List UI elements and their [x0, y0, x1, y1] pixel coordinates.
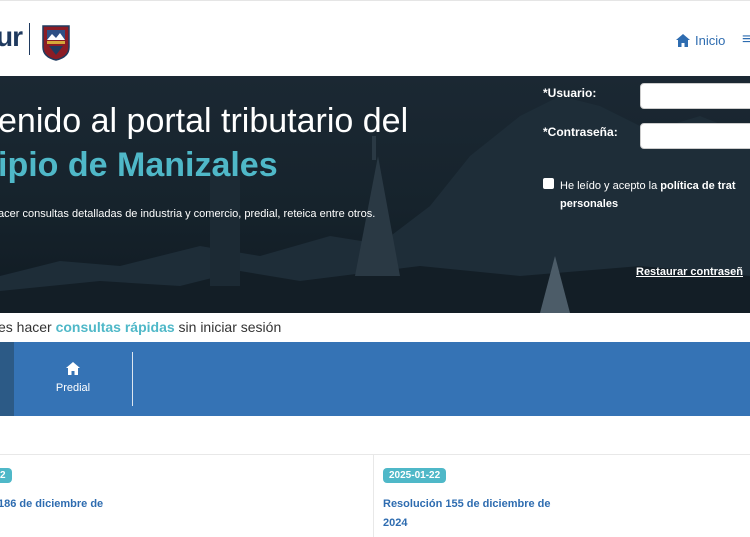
news-card[interactable]: 2025-01-22 Resolución 155 de diciembre d… [374, 455, 750, 537]
logo-text[interactable]: ur [0, 21, 23, 53]
hero-title: enido al portal tributario del [0, 102, 409, 140]
tab-predial-label: Predial [55, 382, 91, 394]
terms-checkbox[interactable] [543, 178, 554, 189]
tab-previous[interactable] [0, 342, 14, 416]
password-label: *Contraseña: [543, 125, 618, 139]
hero-subtitle: ipio de Manizales [0, 146, 278, 184]
home-icon [66, 362, 80, 375]
news-title-link[interactable]: 186 de diciembre de [0, 495, 188, 514]
tab-predial[interactable]: Predial [14, 342, 132, 416]
terms-prefix: He leído y acepto la [560, 180, 661, 192]
top-header: ur Inicio ≡ [0, 0, 750, 77]
terms-label: He leído y acepto la política de trat pe… [560, 177, 750, 213]
news-list: 2 186 de diciembre de 2025-01-22 Resoluc… [0, 454, 750, 537]
privacy-policy-link[interactable]: política de trat [660, 180, 735, 192]
hero-description: acer consultas detalladas de industria y… [0, 208, 376, 220]
hamburger-menu-icon[interactable]: ≡ [742, 31, 750, 49]
home-icon [676, 34, 690, 47]
username-label: *Usuario: [543, 86, 597, 100]
quick-queries-highlight: consultas rápidas [55, 319, 175, 335]
restore-password-link[interactable]: Restaurar contraseñ [636, 266, 743, 278]
date-badge: 2 [0, 468, 12, 483]
tab-divider [132, 352, 133, 406]
news-title-link[interactable]: Resolución 155 de diciembre de 2024 [383, 495, 573, 533]
logo-divider [29, 23, 30, 55]
date-badge: 2025-01-22 [383, 468, 447, 483]
username-input[interactable] [640, 83, 750, 109]
quick-prefix: es hacer [0, 319, 56, 335]
nav-home-label: Inicio [695, 33, 726, 48]
hero-banner: enido al portal tributario del ipio de M… [0, 76, 750, 313]
city-crest-icon[interactable] [42, 25, 70, 61]
news-card[interactable]: 2 186 de diciembre de [0, 455, 374, 537]
privacy-policy-link-cont[interactable]: personales [560, 198, 618, 210]
quick-query-tabbar: Predial [0, 342, 750, 416]
nav-home-link[interactable]: Inicio [676, 33, 725, 48]
password-input[interactable] [640, 123, 750, 149]
quick-queries-text: es hacer consultas rápidas sin iniciar s… [0, 319, 281, 335]
quick-suffix: sin iniciar sesión [174, 319, 282, 335]
